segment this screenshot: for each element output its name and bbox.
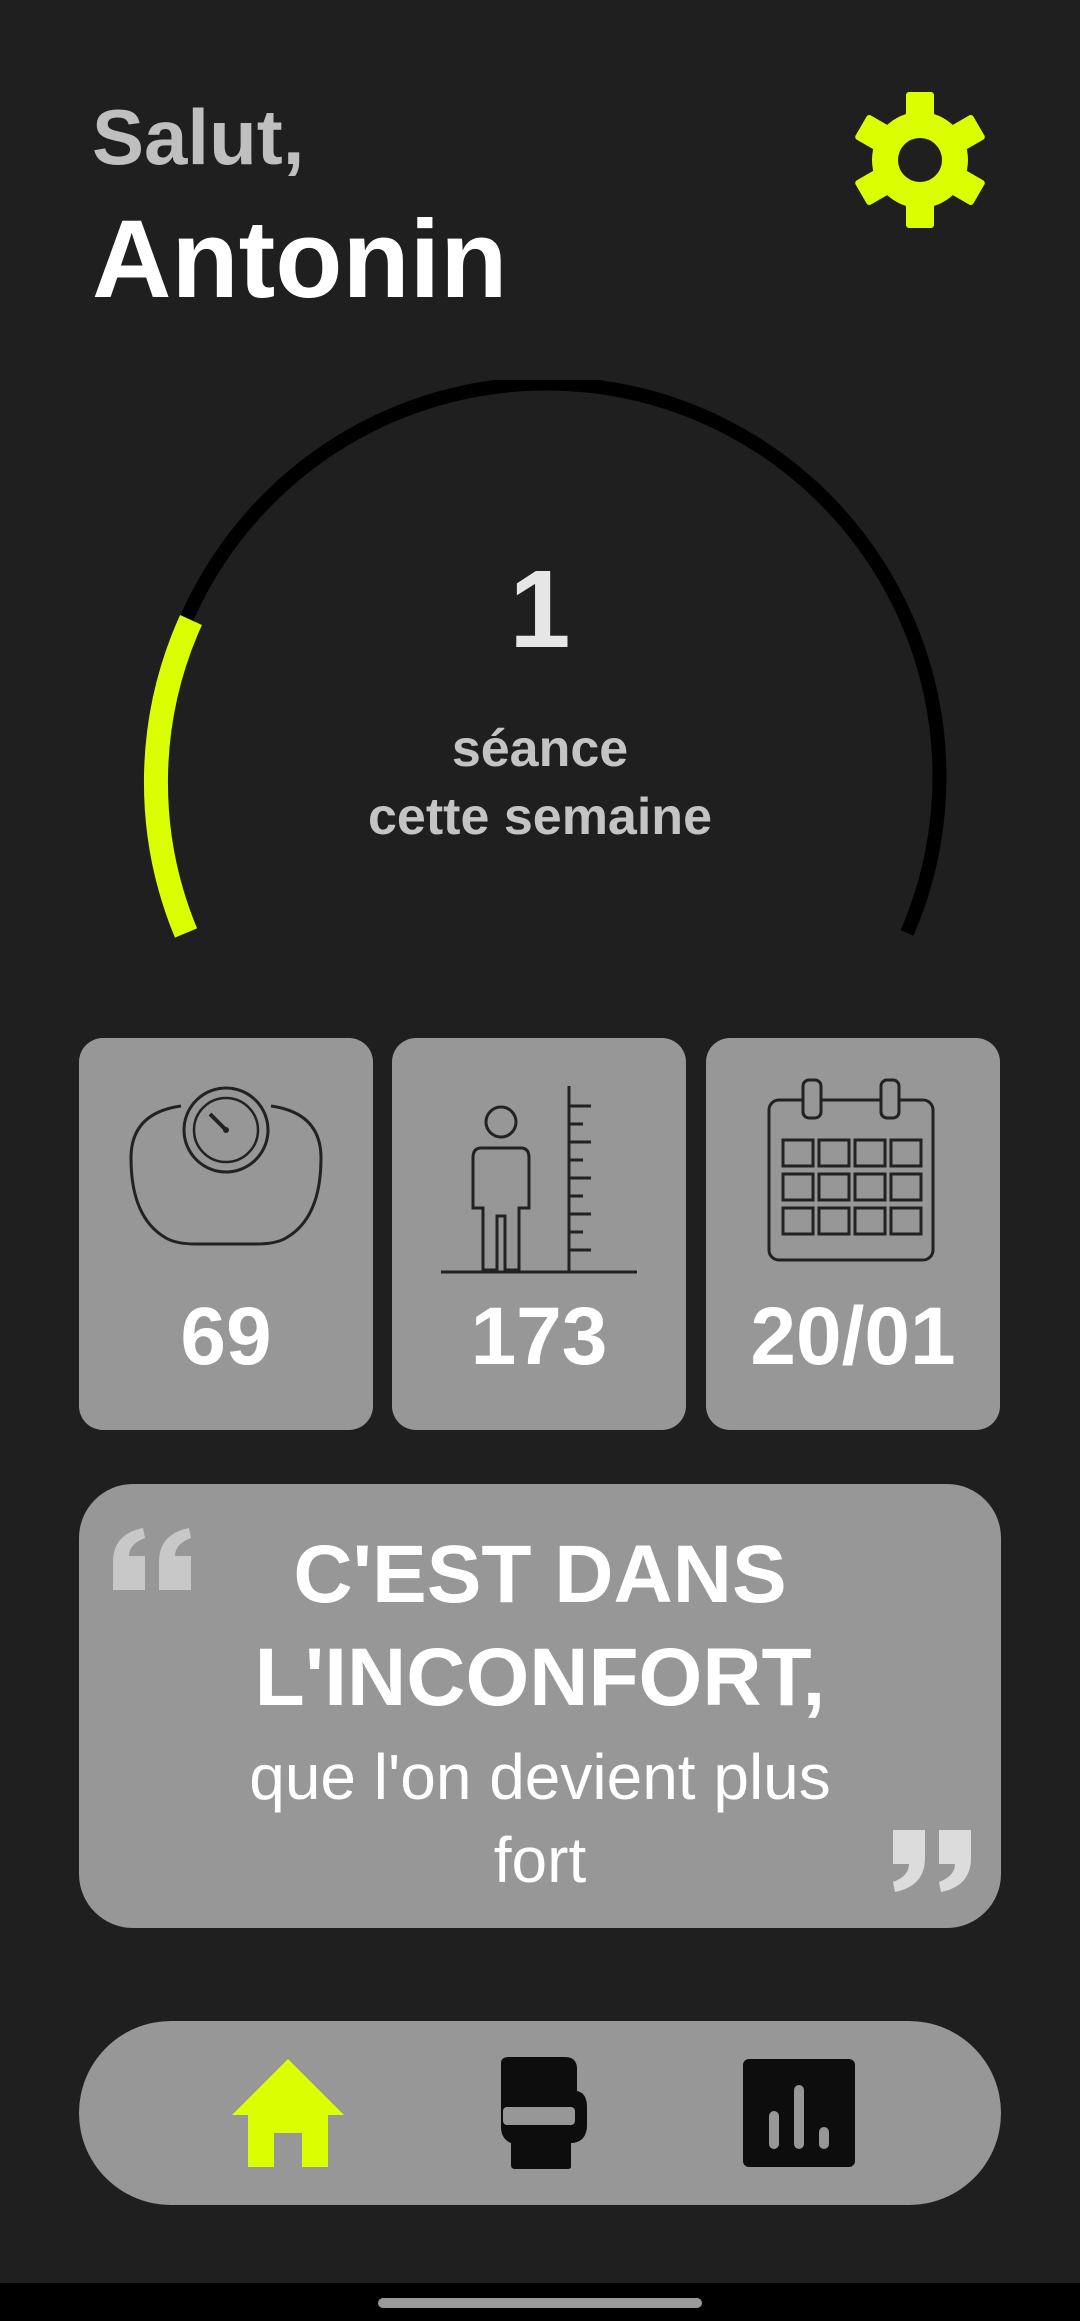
quote-line2: L'INCONFORT, (254, 1632, 826, 1723)
date-card[interactable]: 20/01 (706, 1038, 1000, 1430)
session-label-line2: cette semaine (368, 788, 712, 846)
greeting: Salut, (92, 93, 305, 181)
scale-icon (129, 1086, 323, 1246)
session-label: séance cette semaine (0, 715, 1080, 851)
date-value: 20/01 (750, 1291, 956, 1382)
user-name: Antonin (92, 198, 508, 321)
height-value: 173 (470, 1291, 608, 1382)
gear-icon[interactable] (850, 90, 990, 230)
quote-text: que l'on devient plus fort (249, 1741, 831, 1896)
weight-value: 69 (180, 1291, 272, 1382)
weight-card[interactable]: 69 (79, 1038, 373, 1430)
boxing-glove-icon[interactable] (479, 2055, 599, 2171)
session-label-line1: séance (451, 720, 629, 778)
home-icon[interactable] (228, 2055, 348, 2171)
stats-icon[interactable] (739, 2055, 859, 2171)
session-count: 1 (509, 548, 571, 671)
height-ruler-icon (441, 1086, 637, 1274)
quote-line1: C'EST DANS (293, 1529, 787, 1620)
close-quote-icon (893, 1830, 971, 1892)
calendar-icon (767, 1078, 935, 1262)
home-indicator[interactable] (378, 2298, 702, 2308)
height-card[interactable]: 173 (392, 1038, 686, 1430)
bottom-nav (79, 2021, 1001, 2205)
quote-card: C'EST DANS L'INCONFORT, que l'on devient… (79, 1484, 1001, 1928)
